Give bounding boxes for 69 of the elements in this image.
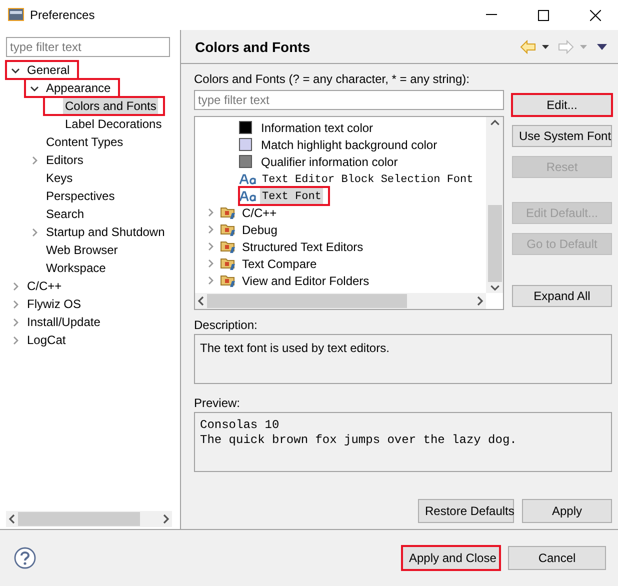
tree-item[interactable]: Install/Update xyxy=(25,314,102,330)
filter-field[interactable]: type filter text xyxy=(6,37,170,57)
help-icon[interactable] xyxy=(14,547,36,569)
tree-item[interactable]: Structured Text Editors xyxy=(240,238,366,254)
tree-item[interactable]: LogCat xyxy=(25,332,68,348)
minimize-icon[interactable] xyxy=(486,14,496,16)
tree-item[interactable]: Flywiz OS xyxy=(25,296,83,312)
dropdown-caret-icon[interactable] xyxy=(540,42,552,50)
maximize-icon[interactable] xyxy=(538,10,548,20)
chevron-right-icon[interactable] xyxy=(11,282,20,290)
tree-item[interactable]: Qualifier information color xyxy=(259,154,400,170)
forward-arrow-icon[interactable] xyxy=(558,40,574,54)
folder-icon xyxy=(220,256,237,271)
side-button[interactable]: Edit... xyxy=(512,94,612,116)
tree-item[interactable]: Web Browser xyxy=(44,242,120,258)
preview-text: Consolas 10 xyxy=(200,418,280,432)
chevron-down-icon[interactable] xyxy=(30,84,39,92)
chevron-right-icon[interactable] xyxy=(30,156,39,164)
tree-item[interactable]: Colors and Fonts xyxy=(63,98,158,114)
tree-item[interactable]: Perspectives xyxy=(44,188,117,204)
view-menu-icon[interactable] xyxy=(596,42,608,50)
side-button[interactable]: Use System Font xyxy=(512,125,612,147)
vertical-scrollbar[interactable] xyxy=(486,117,503,293)
window-title: Preferences xyxy=(30,8,96,22)
app-icon xyxy=(8,8,24,22)
tree-item[interactable]: C/C++ xyxy=(240,204,279,220)
tree-item[interactable]: Text Font xyxy=(260,187,324,204)
folder-icon xyxy=(220,273,237,288)
chevron-down-icon[interactable] xyxy=(11,66,20,74)
tree-item[interactable]: Information text color xyxy=(259,120,376,136)
horizontal-scrollbar[interactable] xyxy=(6,511,172,527)
page-button[interactable]: Restore Defaults xyxy=(418,499,514,523)
chevron-right-icon[interactable] xyxy=(11,318,20,326)
tree-item[interactable]: Debug xyxy=(240,222,280,238)
page-title: Colors and Fonts xyxy=(195,38,312,54)
folder-icon xyxy=(220,205,237,220)
tree-item[interactable]: Keys xyxy=(44,170,75,186)
page-button[interactable]: Apply xyxy=(522,499,612,523)
font-icon xyxy=(239,172,257,184)
tree-item[interactable]: Appearance xyxy=(44,80,113,96)
chevron-right-icon[interactable] xyxy=(11,336,20,344)
tree-item[interactable]: Workspace xyxy=(44,260,108,276)
preview-text: The quick brown fox jumps over the lazy dog. xyxy=(200,433,517,447)
filter-field[interactable]: type filter text xyxy=(194,90,504,110)
dialog-button[interactable]: Cancel xyxy=(508,546,606,570)
filter-label: Colors and Fonts (? = any character, * = any string): xyxy=(194,71,470,88)
tree-item[interactable]: Match highlight background color xyxy=(259,136,440,152)
description-label: Description: xyxy=(194,317,258,334)
tree-item[interactable]: Content Types xyxy=(44,134,126,150)
chevron-right-icon[interactable] xyxy=(11,300,20,308)
folder-icon xyxy=(220,222,237,237)
description-text: The text font is used by text editors. xyxy=(200,341,390,355)
tree-item[interactable]: General xyxy=(25,62,72,78)
close-icon[interactable] xyxy=(590,10,600,20)
tree-item[interactable]: Search xyxy=(44,206,86,222)
font-icon xyxy=(239,190,257,202)
tree-item[interactable]: View and Editor Folders xyxy=(240,272,372,288)
tree-item[interactable]: Text Compare xyxy=(240,256,319,272)
tree-item[interactable]: Text Editor Block Selection Font xyxy=(260,170,476,187)
tree-item[interactable]: Editors xyxy=(44,152,86,168)
tree-item[interactable]: Startup and Shutdown xyxy=(44,224,167,240)
preview-label: Preview: xyxy=(194,395,242,412)
tree-item[interactable]: C/C++ xyxy=(25,278,64,294)
folder-icon xyxy=(220,239,237,254)
side-button[interactable]: Expand All xyxy=(512,285,612,307)
tree-item[interactable]: Label Decorations xyxy=(63,116,164,132)
horizontal-scrollbar[interactable] xyxy=(195,293,486,309)
dialog-button[interactable]: Apply and Close xyxy=(402,546,500,570)
chevron-right-icon[interactable] xyxy=(30,228,39,236)
